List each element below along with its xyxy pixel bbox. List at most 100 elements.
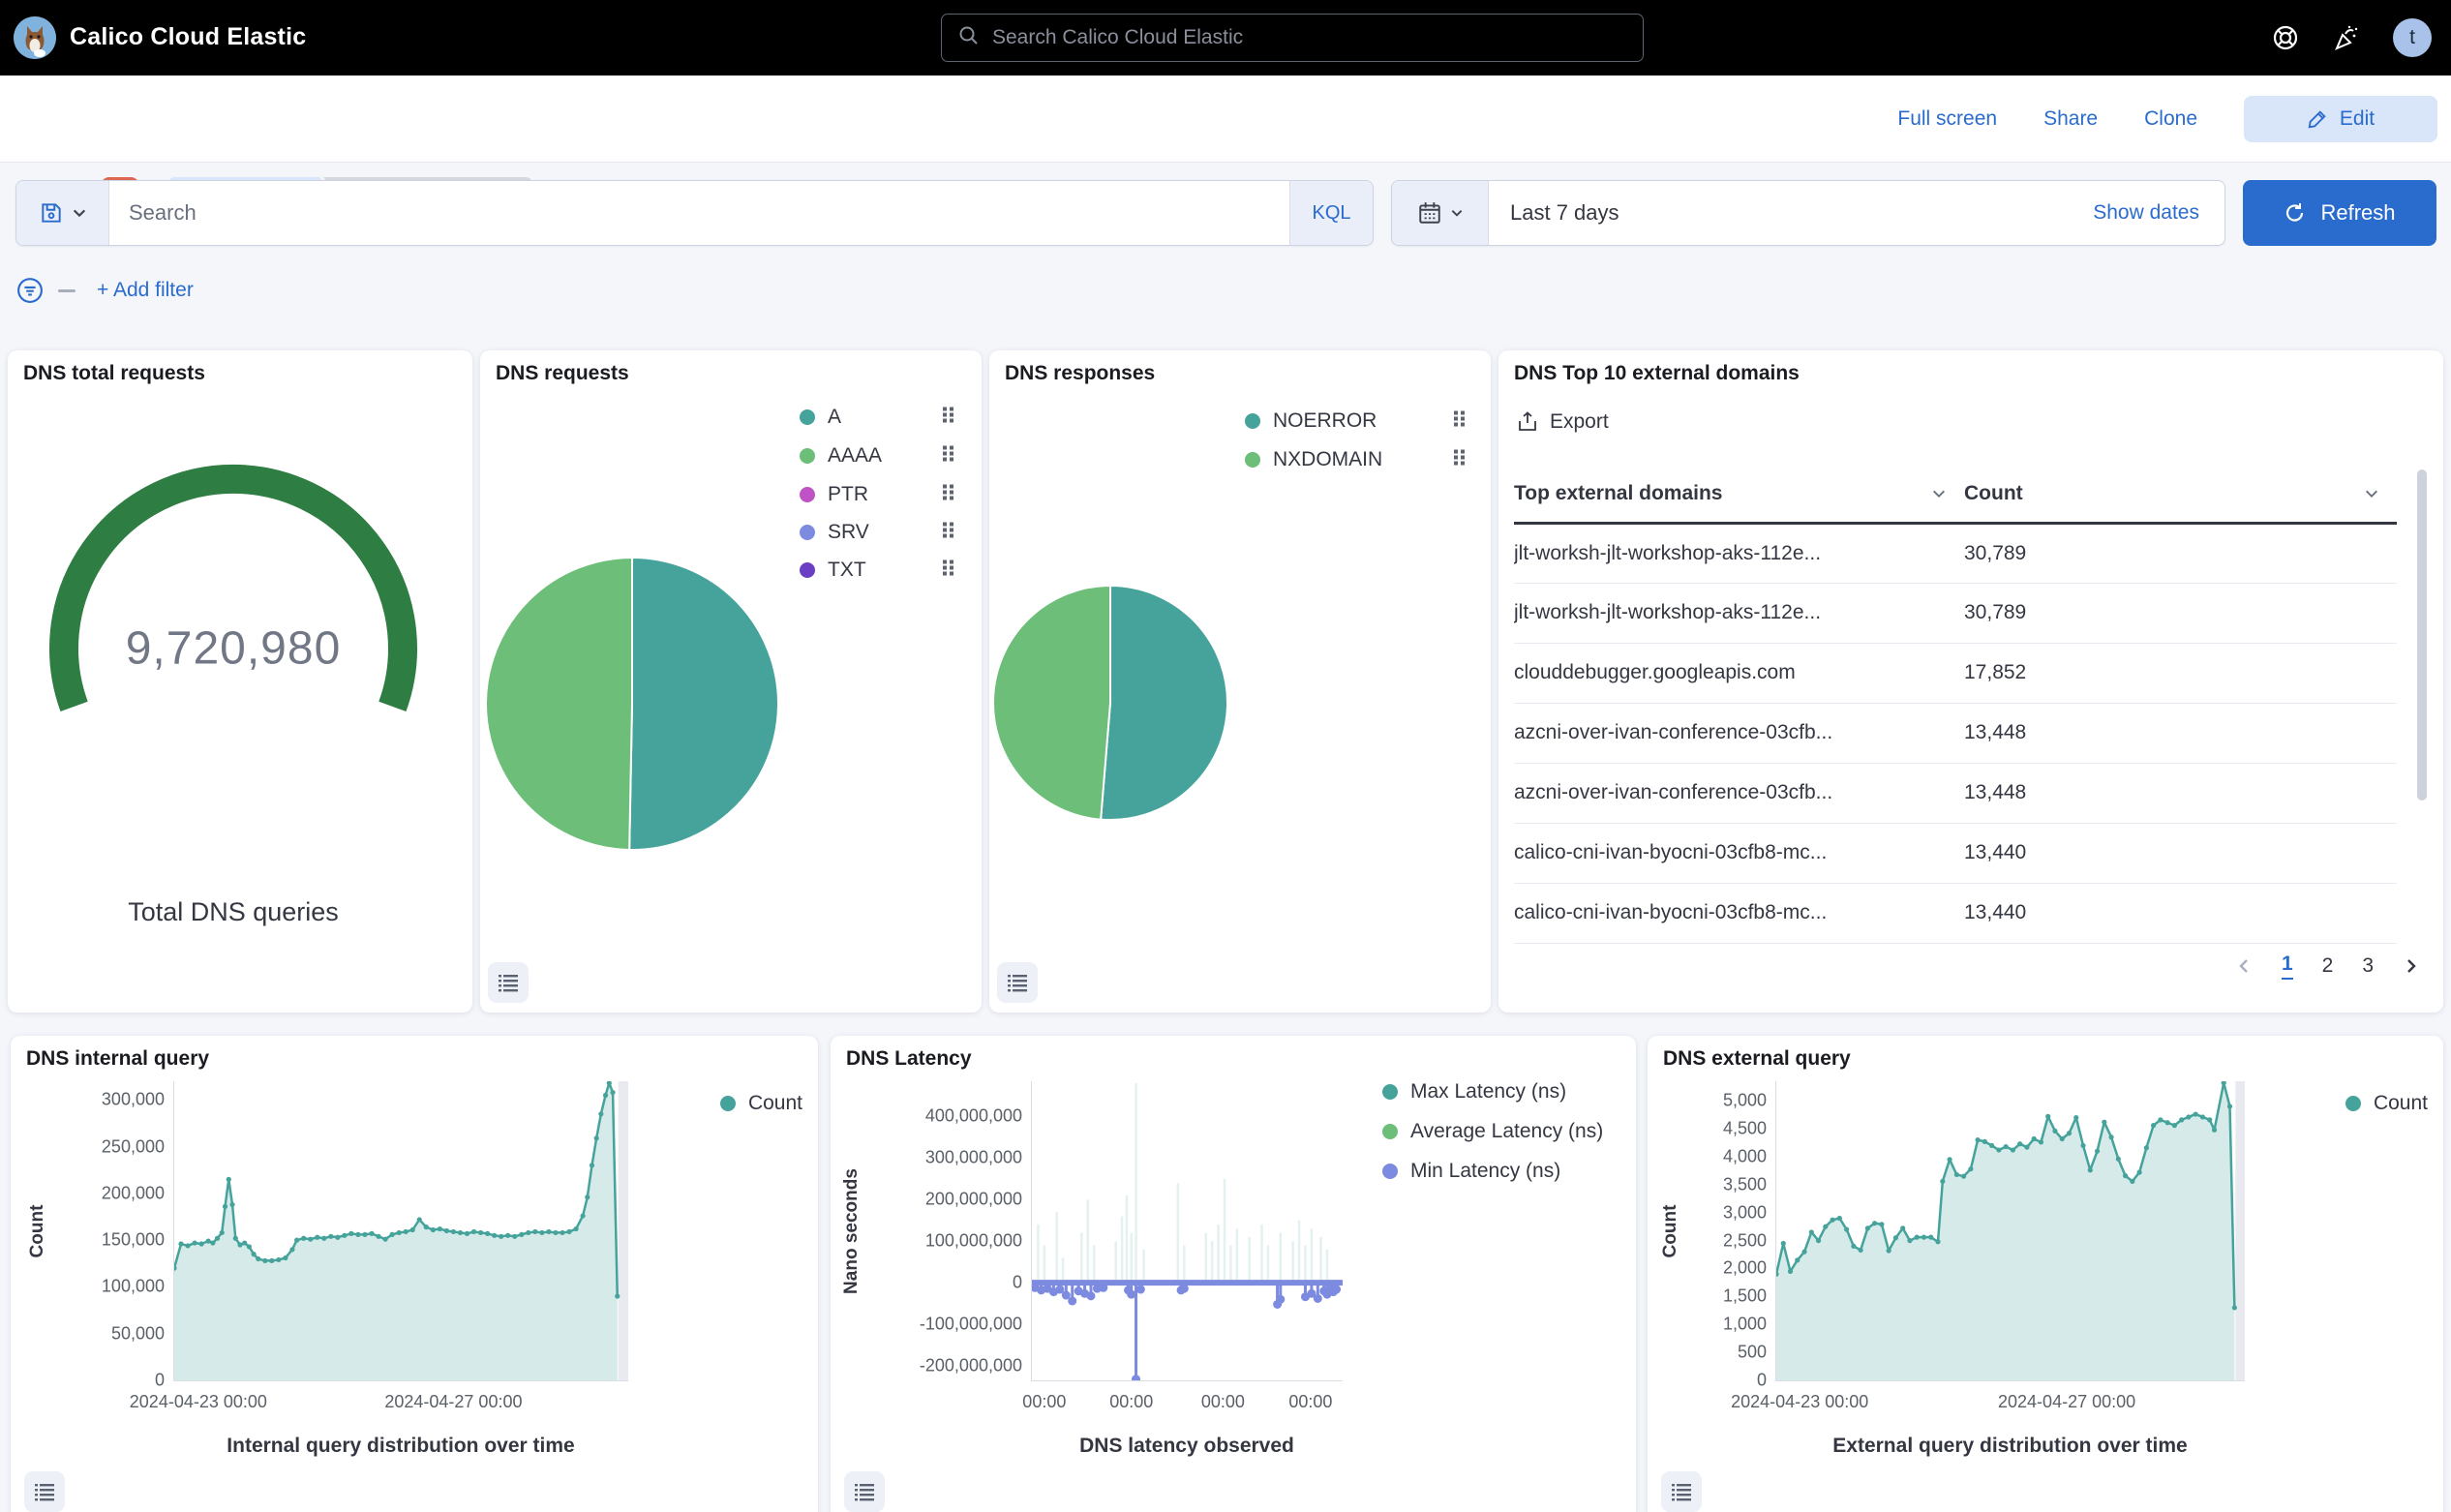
y-tick-label: 1,000: [1723, 1315, 1767, 1335]
y-tick-label: 5,000: [1723, 1091, 1767, 1111]
legend-dot: [2345, 1096, 2361, 1111]
page-2-button[interactable]: 2: [2322, 954, 2334, 978]
legend-item-count[interactable]: Count: [720, 1092, 802, 1115]
legend-action-icon[interactable]: [942, 407, 954, 429]
page-1-button[interactable]: 1: [2282, 953, 2293, 980]
legend-item-srv[interactable]: SRV: [800, 521, 954, 544]
clone-button[interactable]: Clone: [2144, 107, 2197, 131]
y-tick-label: 400,000,000: [925, 1106, 1022, 1127]
domain-cell: clouddebugger.googleapis.com: [1514, 643, 1964, 703]
top-navbar: Calico Cloud Elastic: [0, 0, 2451, 76]
legend-dot: [1245, 452, 1260, 468]
legend-dot: [1382, 1124, 1398, 1139]
legend-item-noerror[interactable]: NOERROR: [1245, 409, 1466, 433]
previous-page-icon[interactable]: [2235, 957, 2253, 975]
panel-title: DNS external query: [1663, 1047, 1851, 1071]
dns-responses-pie-chart: [991, 584, 1229, 822]
chart-legend: Max Latency (ns) Average Latency (ns) Mi…: [1382, 1080, 1603, 1199]
calico-logo-icon[interactable]: [14, 16, 56, 59]
y-tick-label: 2,500: [1723, 1230, 1767, 1251]
page-3-button[interactable]: 3: [2362, 954, 2374, 978]
panel-title: DNS total requests: [23, 362, 205, 385]
user-avatar[interactable]: t: [2393, 18, 2432, 57]
gauge-value: 9,720,980: [126, 622, 342, 676]
legend-item-aaaa[interactable]: AAAA: [800, 444, 954, 468]
calendar-menu-button[interactable]: [1392, 181, 1489, 245]
legend-item-average-latency[interactable]: Average Latency (ns): [1382, 1120, 1603, 1143]
panel-legend-toggle-button[interactable]: [997, 962, 1038, 1003]
table-row: calico-cni-ivan-byocni-03cfb8-mc... 13,4…: [1514, 823, 2397, 883]
column-header-domains[interactable]: Top external domains: [1514, 467, 1964, 523]
panel-title: DNS Top 10 external domains: [1514, 362, 1800, 385]
legend-action-icon[interactable]: [1453, 410, 1466, 433]
legend-dot: [1245, 413, 1260, 429]
query-bar: KQL Last 7 days Show dates Refresh: [15, 180, 2437, 246]
legend-dot: [800, 562, 815, 578]
y-tick-label: 3,000: [1723, 1202, 1767, 1223]
legend-action-icon[interactable]: [942, 484, 954, 506]
y-tick-label: 200,000: [102, 1183, 165, 1203]
panel-top-external-domains: DNS Top 10 external domains Export Top e…: [1498, 350, 2443, 1013]
time-range-value[interactable]: Last 7 days: [1489, 200, 2093, 226]
query-search-input[interactable]: [109, 181, 1289, 245]
x-tick-label: 2024-04-23 00:00: [1731, 1392, 1868, 1412]
show-dates-button[interactable]: Show dates: [2093, 201, 2224, 225]
y-tick-label: 300,000,000: [925, 1148, 1022, 1168]
edit-button[interactable]: Edit: [2244, 96, 2437, 142]
legend-action-icon[interactable]: [942, 559, 954, 582]
panel-dns-latency: DNS Latency Max Latency (ns) Average Lat…: [831, 1036, 1636, 1512]
panel-dns-requests: DNS requests A AAAA PTR SRV TXT: [480, 350, 982, 1013]
list-icon: [33, 1480, 56, 1503]
full-screen-button[interactable]: Full screen: [1897, 107, 1997, 131]
panel-dns-external-query: DNS external query Count Count 5,0004,50…: [1648, 1036, 2443, 1512]
date-picker: Last 7 days Show dates: [1391, 180, 2225, 246]
calendar-icon: [1417, 200, 1442, 226]
table-row: azcni-over-ivan-conference-03cfb... 13,4…: [1514, 763, 2397, 823]
count-cell: 30,789: [1964, 583, 2397, 643]
legend-action-icon[interactable]: [942, 445, 954, 468]
legend-item-ptr[interactable]: PTR: [800, 483, 954, 506]
y-tick-label: -200,000,000: [920, 1355, 1022, 1376]
pencil-icon: [2307, 108, 2328, 130]
chevron-down-icon: [1450, 206, 1464, 220]
panel-legend-toggle-button[interactable]: [488, 962, 529, 1003]
panel-legend-toggle-button[interactable]: [24, 1471, 65, 1512]
x-tick-label: 00:00: [1109, 1392, 1153, 1412]
y-tick-label: 2,000: [1723, 1258, 1767, 1279]
legend-item-txt[interactable]: TXT: [800, 559, 954, 582]
panel-title: DNS requests: [496, 362, 629, 385]
export-icon: [1516, 410, 1539, 434]
count-cell: 13,440: [1964, 823, 2397, 883]
global-search-input[interactable]: [992, 26, 1627, 49]
legend-item-count[interactable]: Count: [2345, 1092, 2428, 1115]
count-cell: 17,852: [1964, 643, 2397, 703]
saved-query-menu-button[interactable]: [16, 181, 109, 245]
table-row: jlt-worksh-jlt-workshop-aks-112e... 30,7…: [1514, 523, 2397, 583]
table-scrollbar[interactable]: [2417, 469, 2427, 801]
whats-new-party-icon[interactable]: [2331, 21, 2364, 54]
panel-legend-toggle-button[interactable]: [1661, 1471, 1702, 1512]
legend-dot: [720, 1096, 736, 1111]
filter-icon[interactable]: [15, 276, 45, 305]
share-button[interactable]: Share: [2043, 107, 2098, 131]
legend-item-max-latency[interactable]: Max Latency (ns): [1382, 1080, 1603, 1104]
add-filter-button[interactable]: + Add filter: [97, 279, 194, 302]
list-icon: [1006, 971, 1029, 994]
legend-item-nxdomain[interactable]: NXDOMAIN: [1245, 448, 1466, 471]
y-tick-label: 500: [1738, 1343, 1767, 1363]
y-axis-label: Nano seconds: [841, 1168, 862, 1294]
legend-item-min-latency[interactable]: Min Latency (ns): [1382, 1160, 1603, 1183]
y-tick-label: 250,000: [102, 1136, 165, 1157]
legend-action-icon[interactable]: [942, 522, 954, 544]
next-page-icon[interactable]: [2403, 957, 2420, 975]
legend-action-icon[interactable]: [1453, 449, 1466, 471]
refresh-button[interactable]: Refresh: [2243, 180, 2436, 246]
column-header-count[interactable]: Count: [1964, 467, 2397, 523]
export-button[interactable]: Export: [1516, 410, 1609, 434]
legend-item-a[interactable]: A: [800, 406, 954, 429]
x-tick-label: 00:00: [1022, 1392, 1066, 1412]
kql-language-button[interactable]: KQL: [1289, 181, 1373, 245]
help-lifering-icon[interactable]: [2269, 21, 2302, 54]
panel-legend-toggle-button[interactable]: [844, 1471, 885, 1512]
filter-divider: [58, 289, 76, 292]
